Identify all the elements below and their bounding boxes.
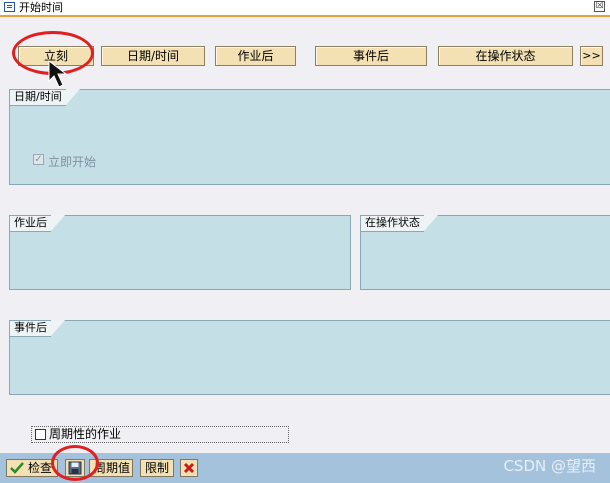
title-bar: 开始时间 ☒ xyxy=(0,0,610,17)
cancel-button[interactable] xyxy=(180,459,198,477)
immediate-start-checkbox: ✓ xyxy=(33,154,44,165)
mouse-cursor-icon xyxy=(48,60,68,88)
period-values-button-label: 周期值 xyxy=(94,461,131,475)
restrictions-button[interactable]: 限制 xyxy=(140,459,174,477)
annotation-circle-save xyxy=(51,445,99,481)
after-job-group-title: 作业后 xyxy=(9,215,65,232)
periodic-job-checkbox[interactable] xyxy=(35,429,46,440)
datetime-group-title: 日期/时间 xyxy=(9,89,80,106)
after-event-group: 事件后 xyxy=(9,320,610,395)
operation-mode-button[interactable]: 在操作状态 xyxy=(438,46,573,66)
after-job-group: 作业后 xyxy=(9,215,351,290)
after-job-group-title-text: 作业后 xyxy=(14,216,47,229)
window-icon xyxy=(4,2,15,12)
after-event-button-label: 事件后 xyxy=(352,49,389,63)
watermark: CSDN @望西 xyxy=(503,457,596,475)
datetime-group-title-text: 日期/时间 xyxy=(14,90,62,103)
after-job-button[interactable]: 作业后 xyxy=(215,46,296,66)
datetime-button-label: 日期/时间 xyxy=(126,49,180,63)
after-job-button-label: 作业后 xyxy=(237,49,274,63)
periodic-job-row: 周期性的作业 xyxy=(31,426,289,443)
check-button-label: 检查 xyxy=(28,461,53,475)
cancel-icon xyxy=(183,462,195,474)
more-button-label: >> xyxy=(582,49,601,62)
immediate-start-label: 立即开始 xyxy=(48,155,97,169)
window-title: 开始时间 xyxy=(19,1,63,14)
operation-mode-group-title: 在操作状态 xyxy=(360,215,438,232)
operation-mode-button-label: 在操作状态 xyxy=(475,49,536,63)
periodic-job-label: 周期性的作业 xyxy=(49,427,122,441)
after-event-group-title: 事件后 xyxy=(9,320,65,337)
operation-mode-group: 在操作状态 xyxy=(360,215,610,290)
datetime-button[interactable]: 日期/时间 xyxy=(101,46,205,66)
datetime-group: 日期/时间 xyxy=(9,89,610,185)
more-button[interactable]: >> xyxy=(580,46,603,66)
operation-mode-group-title-text: 在操作状态 xyxy=(365,216,420,229)
check-icon xyxy=(10,462,24,474)
restrictions-button-label: 限制 xyxy=(145,461,170,475)
after-event-button[interactable]: 事件后 xyxy=(315,46,427,66)
after-event-group-title-text: 事件后 xyxy=(14,321,47,334)
close-icon[interactable]: ☒ xyxy=(594,1,605,12)
